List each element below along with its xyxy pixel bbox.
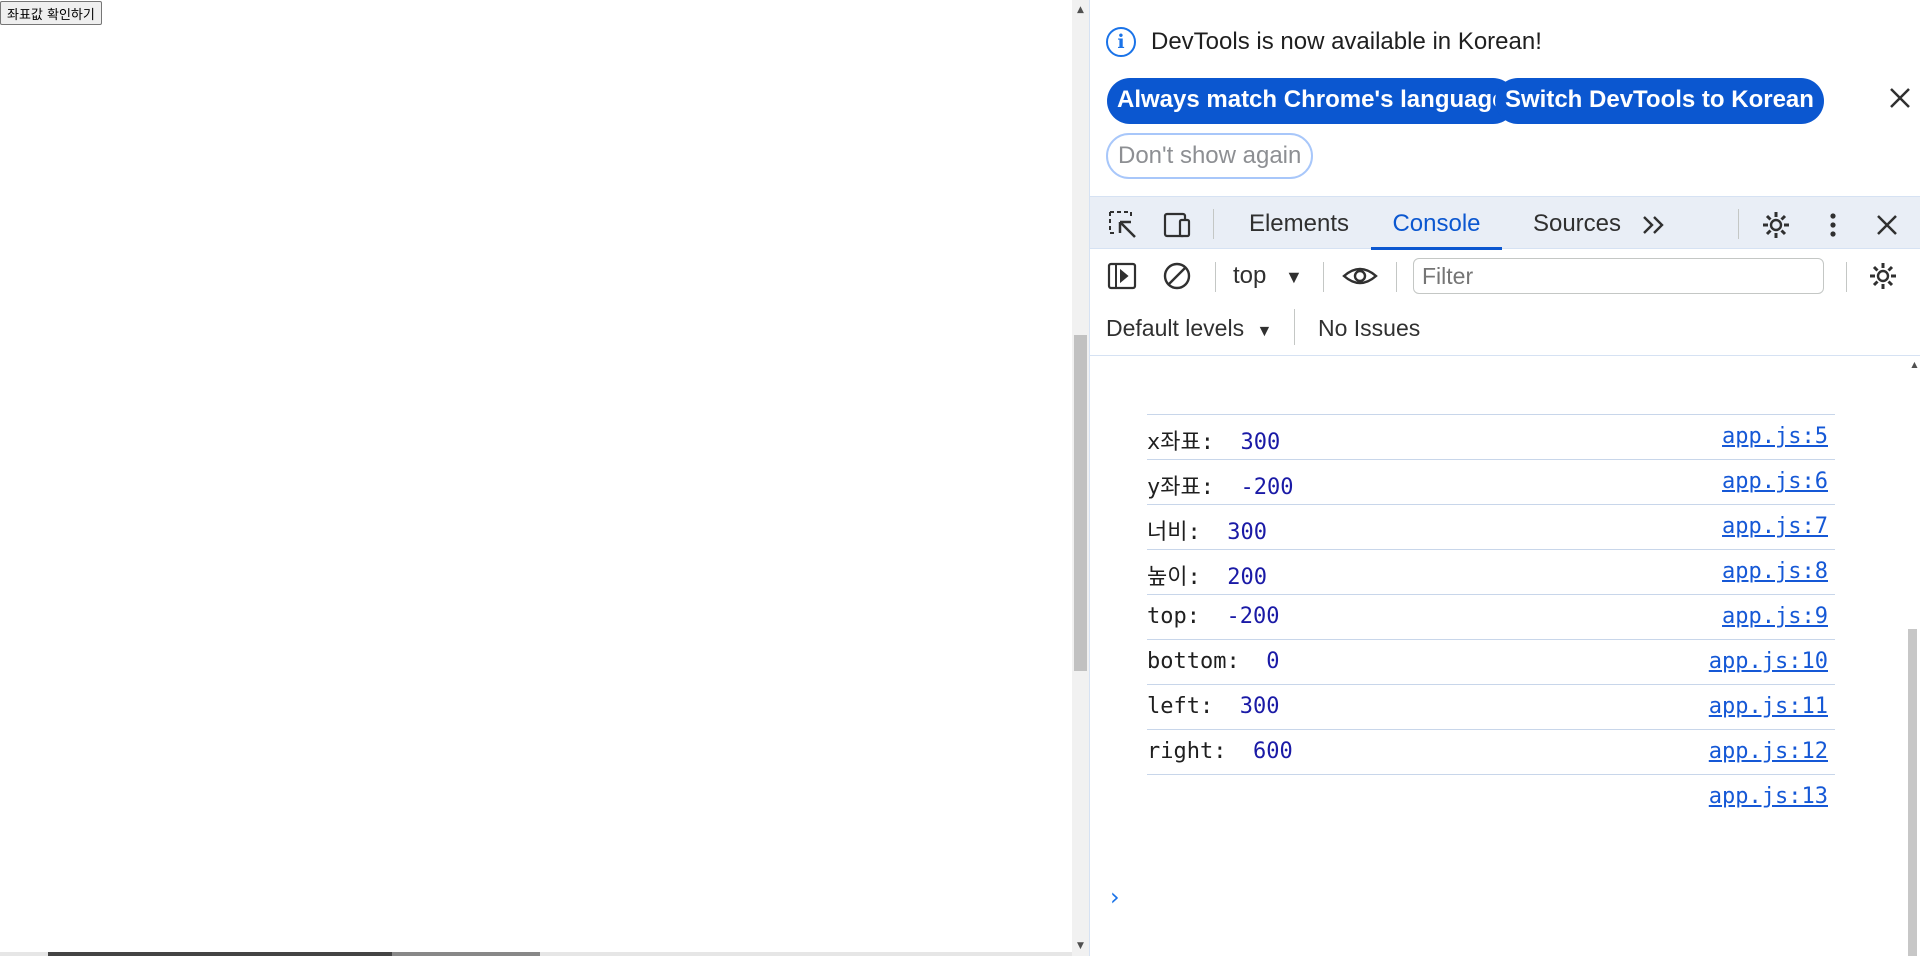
log-label-text: left:: [1147, 694, 1240, 719]
console-scrollbar[interactable]: ▲: [1903, 357, 1920, 956]
inspect-element-icon[interactable]: [1107, 209, 1139, 241]
scroll-up-arrow-icon[interactable]: ▲: [1906, 357, 1920, 373]
console-log-row: 너비: 300 app.js:7: [1147, 505, 1835, 550]
toolbar-divider: [1215, 262, 1216, 292]
toolbar-divider: [1846, 262, 1847, 292]
log-number-value: -200: [1240, 475, 1294, 500]
log-label-text: 높이:: [1147, 565, 1228, 590]
settings-gear-icon[interactable]: [1760, 209, 1792, 241]
log-label-text: x좌표:: [1147, 430, 1241, 455]
console-log-row: top: -200 app.js:9: [1147, 595, 1835, 640]
log-message: 너비: 300: [1147, 514, 1267, 546]
clear-console-icon[interactable]: [1161, 260, 1193, 292]
web-page: 좌표값 확인하기: [0, 0, 1072, 956]
live-expression-eye-icon[interactable]: [1342, 260, 1378, 292]
always-match-language-button[interactable]: Always match Chrome's language: [1107, 78, 1516, 124]
page-scrollbar[interactable]: ▲ ▼: [1072, 0, 1089, 956]
log-number-value: 0: [1266, 649, 1280, 674]
log-source-link[interactable]: app.js:9: [1722, 604, 1828, 629]
toolbar-divider: [1323, 262, 1324, 292]
console-prompt-chevron-icon[interactable]: ›: [1110, 883, 1120, 911]
console-log-row: x좌표: 300 app.js:5: [1147, 415, 1835, 460]
console-toolbar: top ▼ Default levels ▼ No Issues: [1090, 250, 1920, 356]
log-label-text: top:: [1147, 604, 1227, 629]
log-source-link[interactable]: app.js:11: [1709, 694, 1828, 719]
log-source-link[interactable]: app.js:12: [1709, 739, 1828, 764]
log-levels-dropdown[interactable]: Default levels ▼: [1106, 315, 1272, 342]
log-number-value: 600: [1252, 739, 1293, 764]
info-icon: i: [1106, 27, 1136, 57]
console-settings-gear-icon[interactable]: [1867, 260, 1899, 292]
sidebar-toggle-icon[interactable]: [1106, 260, 1138, 292]
log-message: 높이: 200: [1147, 559, 1267, 591]
toolbar-divider: [1738, 209, 1739, 239]
page-bottom-indicator: [0, 952, 1072, 956]
context-selector-value: top: [1233, 262, 1267, 289]
toolbar-divider: [1396, 262, 1397, 292]
more-tabs-chevron-icon[interactable]: [1638, 209, 1670, 241]
issues-counter[interactable]: No Issues: [1318, 315, 1420, 342]
switch-to-korean-button[interactable]: Switch DevTools to Korean: [1495, 78, 1824, 124]
console-log-list: x좌표: 300 app.js:5 y좌표: -200 app.js:6 너비: 300…: [1147, 414, 1835, 820]
dropdown-arrow-icon: ▼: [1256, 323, 1273, 340]
console-filter-input[interactable]: [1413, 258, 1824, 294]
console-log-row: 높이: 200 app.js:8: [1147, 550, 1835, 595]
log-message: left: 300: [1147, 694, 1279, 719]
device-toolbar-icon[interactable]: [1160, 209, 1192, 241]
tab-sources[interactable]: Sources: [1513, 197, 1641, 250]
log-message: x좌표: 300: [1147, 424, 1280, 456]
toolbar-divider: [1213, 209, 1214, 239]
console-log-row: app.js:13: [1147, 775, 1835, 820]
console-log-row: left: 300 app.js:11: [1147, 685, 1835, 730]
log-number-value: -200: [1226, 604, 1280, 629]
indicator-segment: [392, 952, 540, 956]
log-message: right: 600: [1147, 739, 1293, 764]
log-source-link[interactable]: app.js:6: [1722, 469, 1828, 494]
log-message: bottom: 0: [1147, 649, 1279, 674]
infobar-message: DevTools is now available in Korean!: [1151, 28, 1542, 55]
console-log-row: right: 600 app.js:12: [1147, 730, 1835, 775]
log-levels-label: Default levels: [1106, 315, 1245, 341]
close-devtools-icon[interactable]: [1871, 209, 1903, 241]
console-output: x좌표: 300 app.js:5 y좌표: -200 app.js:6 너비: 300…: [1090, 357, 1920, 956]
log-source-link[interactable]: app.js:13: [1709, 784, 1828, 809]
indicator-segment: [48, 952, 392, 956]
log-source-link[interactable]: app.js:5: [1722, 424, 1828, 449]
log-number-value: 300: [1227, 520, 1267, 545]
toolbar-divider: [1294, 309, 1295, 345]
scroll-down-arrow-icon[interactable]: ▼: [1072, 938, 1089, 954]
tab-elements[interactable]: Elements: [1237, 197, 1361, 250]
devtools-tab-bar: Elements Console Sources: [1090, 196, 1920, 250]
language-infobar: i DevTools is now available in Korean! A…: [1090, 0, 1920, 195]
check-coordinates-button[interactable]: 좌표값 확인하기: [0, 1, 102, 25]
log-source-link[interactable]: app.js:7: [1722, 514, 1828, 539]
more-options-kebab-icon[interactable]: [1817, 209, 1849, 241]
devtools-panel: i DevTools is now available in Korean! A…: [1089, 0, 1920, 956]
console-scrollbar-thumb[interactable]: [1908, 629, 1917, 956]
scroll-up-arrow-icon[interactable]: ▲: [1072, 2, 1089, 18]
log-source-link[interactable]: app.js:8: [1722, 559, 1828, 584]
dropdown-arrow-icon: ▼: [1285, 267, 1303, 287]
log-number-value: 300: [1239, 694, 1280, 719]
context-selector[interactable]: top ▼: [1233, 262, 1303, 290]
log-label-text: right:: [1147, 739, 1253, 764]
close-icon[interactable]: [1886, 84, 1914, 112]
log-number-value: 300: [1240, 430, 1281, 455]
log-label-text: bottom:: [1147, 649, 1267, 674]
console-log-row: y좌표: -200 app.js:6: [1147, 460, 1835, 505]
dont-show-again-button[interactable]: Don't show again: [1106, 133, 1314, 179]
console-log-row: bottom: 0 app.js:10: [1147, 640, 1835, 685]
log-source-link[interactable]: app.js:10: [1709, 649, 1828, 674]
log-message: top: -200: [1147, 604, 1279, 629]
log-message: y좌표: -200: [1147, 469, 1293, 501]
log-label-text: 너비:: [1147, 520, 1228, 545]
log-number-value: 200: [1227, 565, 1267, 590]
page-scrollbar-thumb[interactable]: [1074, 335, 1087, 671]
tab-console[interactable]: Console: [1371, 197, 1502, 250]
log-label-text: y좌표:: [1147, 475, 1241, 500]
